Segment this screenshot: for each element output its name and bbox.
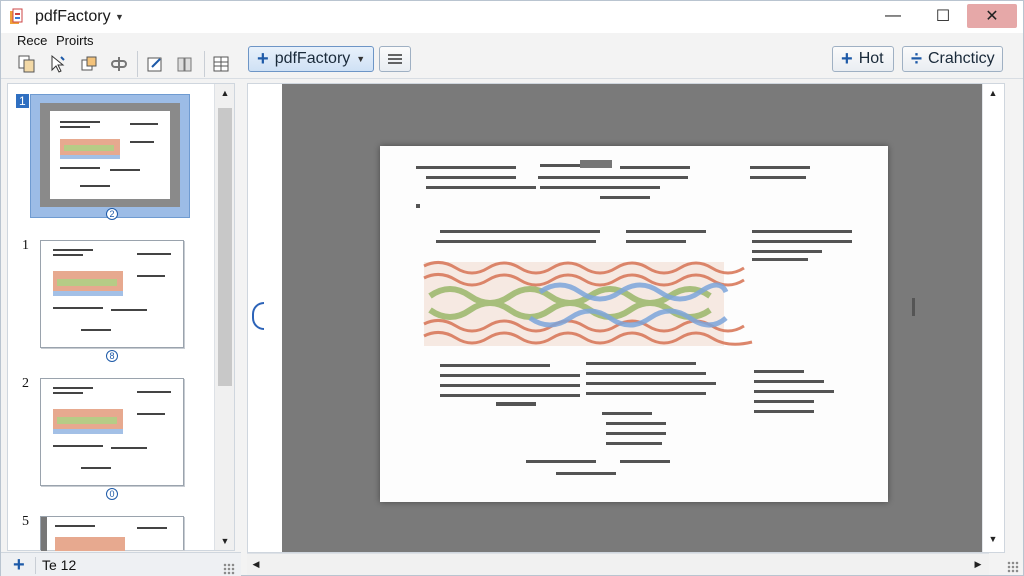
hamburger-icon [388,54,402,64]
page-canvas [282,84,982,552]
thumbnail-document-image [41,517,167,551]
pages-icon[interactable] [15,53,39,75]
plus-icon: + [257,48,269,70]
scroll-right-icon[interactable]: ▶ [971,559,985,570]
thumbnail-page[interactable] [40,240,184,348]
divide-icon: ÷ [911,48,922,70]
pdffactory-logo-icon [10,8,23,24]
thumbnail-document-image [53,387,171,469]
scrollbar-thumb[interactable] [218,108,232,386]
chevron-down-icon: ▼ [356,54,366,64]
collapse-panel-handle[interactable] [252,302,264,330]
document-viewer: ▲ ▼ [247,83,1005,553]
document-page-image [416,160,852,475]
thumbnail-page-content [50,111,170,199]
thumb-number: 1 [22,238,29,253]
book-icon[interactable] [173,53,197,75]
thumb-number: 2 [22,376,29,391]
window-title: pdfFactory [35,8,111,25]
title-dropdown-icon[interactable]: ▼ [115,12,124,22]
status-separator [35,557,36,574]
resize-grip-icon[interactable] [1007,561,1019,573]
viewer-vertical-scrollbar[interactable]: ▲ ▼ [982,84,1004,552]
app-window: pdfFactory ▼ — ☐ ✕ Rece Proirts + pdfFac… [0,0,1024,576]
minimize-button[interactable]: — [875,1,911,31]
resize-grip-icon[interactable] [223,563,235,575]
hot-button-label: Hot [858,50,884,67]
toolbar-separator [204,51,205,77]
status-text: Te 12 [42,557,77,573]
thumb-number: 5 [22,514,29,529]
hamburger-menu-button[interactable] [379,46,411,72]
thumbnail-page-selected[interactable] [30,94,190,218]
thumbnail-shadow [40,103,180,207]
thumb-number: 1 [16,94,29,108]
maximize-button[interactable]: ☐ [925,1,961,31]
status-bar: + Te 12 [1,552,241,576]
thumbnail-scrollbar[interactable]: ▲ ▼ [214,84,234,550]
thumbnail-page[interactable] [40,378,184,486]
pdffactory-menu-button[interactable]: + pdfFactory ▼ [248,46,374,72]
menu-item-rece[interactable]: Rece [17,33,47,48]
hot-button[interactable]: + Hot [832,46,894,72]
add-icon[interactable]: + [13,554,25,576]
link-icon[interactable] [107,53,131,75]
thumbnail-document-image [60,121,158,187]
title-bar: pdfFactory ▼ — ☐ ✕ [1,1,1023,33]
scroll-down-icon[interactable]: ▼ [983,534,1003,544]
thumb-badge: 2 [106,208,118,220]
document-page [380,146,888,502]
toolbar-separator [137,51,138,77]
thumb-badge: 0 [106,488,118,500]
thumbnail-document-image [53,249,171,331]
viewer-gutter [248,84,282,552]
grid-icon[interactable] [209,53,233,75]
crahcticy-button[interactable]: ÷ Crahcticy [902,46,1003,72]
crahcticy-button-label: Crahcticy [927,50,995,67]
thumbnail-page[interactable] [40,516,184,551]
scroll-left-icon[interactable]: ◀ [249,559,263,570]
plus-icon: + [841,48,853,70]
select-cursor-icon[interactable] [45,53,69,75]
scroll-down-icon[interactable]: ▼ [215,536,235,546]
scroll-up-icon[interactable]: ▲ [983,88,1003,98]
page-edge-handle[interactable] [912,298,915,316]
scroll-up-icon[interactable]: ▲ [215,88,235,98]
menu-item-proirts[interactable]: Proirts [56,33,94,48]
viewer-horizontal-scrollbar[interactable]: ◀ ▶ [247,553,989,575]
pdffactory-button-label: pdfFactory [274,50,351,67]
crop-icon[interactable] [77,53,101,75]
thumbnail-panel: 1 2 1 8 2 0 5 ▲ ▼ [7,83,235,551]
close-button[interactable]: ✕ [967,4,1017,28]
edit-icon[interactable] [143,53,167,75]
thumb-badge: 8 [106,350,118,362]
